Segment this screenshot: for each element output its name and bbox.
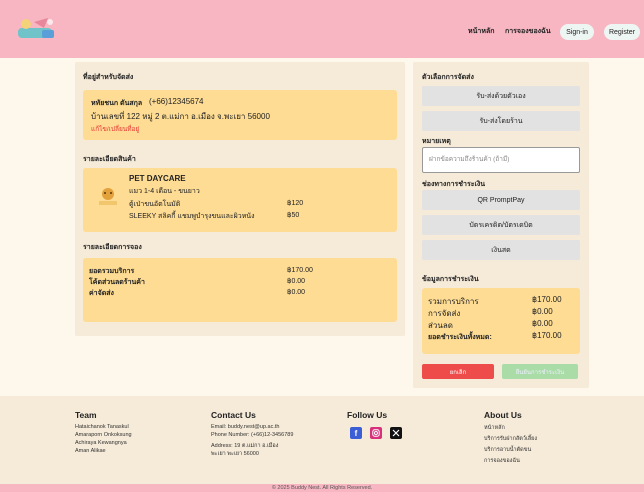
about-link-home[interactable]: หน้าหลัก bbox=[484, 424, 505, 432]
nav-my-bookings[interactable]: การจองของฉัน bbox=[505, 26, 551, 37]
facebook-icon[interactable]: f bbox=[350, 427, 362, 439]
payment-methods-title: ช่องทางการชำระเงิน bbox=[422, 181, 486, 188]
payment-info-title: ข้อมูลการชำระเงิน bbox=[422, 276, 479, 283]
booking-details-title: รายละเอียดการจอง bbox=[83, 244, 142, 251]
buddy-nest-logo[interactable] bbox=[14, 14, 60, 44]
self-pickup-option[interactable]: รับ-ส่งด้วยตัวเอง bbox=[422, 86, 580, 106]
shipping-options-title: ตัวเลือกการจัดส่ง bbox=[422, 74, 474, 81]
recipient-name: หทัยชนก ตันสกุล bbox=[91, 100, 143, 107]
cancel-button[interactable]: ยกเลิก bbox=[422, 364, 494, 379]
x-twitter-icon[interactable] bbox=[390, 427, 402, 439]
header: หน้าหลัก การจองของฉัน Sign-in Register bbox=[0, 0, 644, 58]
shop-name: PET DAYCARE bbox=[129, 174, 186, 183]
shop-logo-icon bbox=[99, 188, 117, 205]
shipping-address-title: ที่อยู่สำหรับจัดส่ง bbox=[83, 74, 134, 81]
about-link-grooming[interactable]: บริการอาบน้ำตัดขน bbox=[484, 446, 531, 454]
booking-label: โค้ดส่วนลดร้านค้า bbox=[89, 279, 145, 286]
product-item-price: ฿120 bbox=[287, 200, 304, 207]
about-link-my-bookings[interactable]: การจองของฉัน bbox=[484, 457, 520, 465]
booking-value: ฿0.00 bbox=[287, 278, 306, 285]
summary-value: ฿0.00 bbox=[532, 307, 553, 316]
total-label: ยอดชำระเงินทั้งหมด: bbox=[428, 334, 492, 341]
register-button[interactable]: Register bbox=[604, 24, 640, 40]
team-member: Amaraporn Onkoksung bbox=[75, 432, 132, 438]
team-member: Achiraya Kewangnya bbox=[75, 440, 127, 446]
booking-value: ฿0.00 bbox=[287, 289, 306, 296]
contact-email[interactable]: Email: buddy.nest@up.ac.th bbox=[211, 424, 279, 430]
recipient-phone: (+66)12345674 bbox=[149, 97, 204, 106]
payment-summary-card: รวมการบริการ ฿170.00 การจัดส่ง ฿0.00 ส่ว… bbox=[422, 288, 580, 354]
product-item-name: ตู้เป่าขนอัตโนมัติ bbox=[129, 201, 181, 208]
shop-delivery-option[interactable]: รับ-ส่งโดยร้าน bbox=[422, 111, 580, 131]
signin-button[interactable]: Sign-in bbox=[560, 24, 594, 40]
footer-follow-title: Follow Us bbox=[347, 410, 388, 420]
recipient-address: บ้านเลขที่ 122 หมู่ 2 ต.แม่กา อ.เมือง จ.… bbox=[91, 112, 270, 121]
booking-label: ยอดรวมบริการ bbox=[89, 268, 135, 275]
booking-label: ค่าจัดส่ง bbox=[89, 290, 114, 297]
credit-card-option[interactable]: บัตรเครดิต/บัตรเดบิต bbox=[422, 215, 580, 235]
team-member: Hataichanok Tanaskul bbox=[75, 424, 129, 430]
payment-panel: ตัวเลือกการจัดส่ง รับ-ส่งด้วยตัวเอง รับ-… bbox=[413, 62, 589, 388]
team-member: Aman Alikae bbox=[75, 448, 106, 454]
instagram-icon[interactable] bbox=[370, 427, 382, 439]
booking-details-card: ยอดรวมบริการ ฿170.00 โค้ดส่วนลดร้านค้า ฿… bbox=[83, 258, 397, 322]
note-title: หมายเหตุ bbox=[422, 138, 451, 145]
note-placeholder: ฝากข้อความถึงร้านค้า (ถ้ามี) bbox=[429, 156, 510, 163]
product-details-title: รายละเอียดสินค้า bbox=[83, 156, 136, 163]
booking-value: ฿170.00 bbox=[287, 267, 313, 274]
contact-address: Address: 19 ต.แม่กา อ.เมือง bbox=[211, 443, 279, 449]
copyright: © 2025 Buddy Nest. All Rights Reserved. bbox=[0, 484, 644, 492]
product-item-name: SLEEKY สลิคกี้ แชมพูบำรุงขนและผิวหนัง bbox=[129, 213, 255, 220]
order-details-panel: ที่อยู่สำหรับจัดส่ง หทัยชนก ตันสกุล (+66… bbox=[75, 62, 405, 336]
footer-about-title: About Us bbox=[484, 410, 522, 420]
nav-home[interactable]: หน้าหลัก bbox=[468, 26, 494, 37]
summary-value: ฿0.00 bbox=[532, 319, 553, 328]
summary-label: ส่วนลด bbox=[428, 321, 453, 330]
service-package: แมว 1-4 เดือน - ขนยาว bbox=[129, 188, 200, 195]
footer-contact-title: Contact Us bbox=[211, 410, 256, 420]
contact-address: พะเยา พะเยา 56000 bbox=[211, 451, 259, 457]
summary-value: ฿170.00 bbox=[532, 295, 562, 304]
note-textarea[interactable]: ฝากข้อความถึงร้านค้า (ถ้ามี) bbox=[422, 147, 580, 173]
shipping-address-card: หทัยชนก ตันสกุล (+66)12345674 บ้านเลขที่… bbox=[83, 90, 397, 140]
product-details-card: PET DAYCARE แมว 1-4 เดือน - ขนยาว ตู้เป่… bbox=[83, 168, 397, 232]
product-item-price: ฿50 bbox=[287, 212, 300, 219]
qr-promptpay-option[interactable]: QR PromptPay bbox=[422, 190, 580, 210]
edit-address-link[interactable]: แก้ไข/เปลี่ยนที่อยู่ bbox=[91, 124, 139, 134]
total-value: ฿170.00 bbox=[532, 331, 562, 340]
confirm-payment-button[interactable]: ยืนยันการชำระเงิน bbox=[502, 364, 578, 379]
cash-option[interactable]: เงินสด bbox=[422, 240, 580, 260]
about-link-pet-boarding[interactable]: บริการรับฝากสัตว์เลี้ยง bbox=[484, 435, 537, 443]
footer-team-title: Team bbox=[75, 410, 97, 420]
contact-phone: Phone Number: (+66)12-3456789 bbox=[211, 432, 294, 438]
